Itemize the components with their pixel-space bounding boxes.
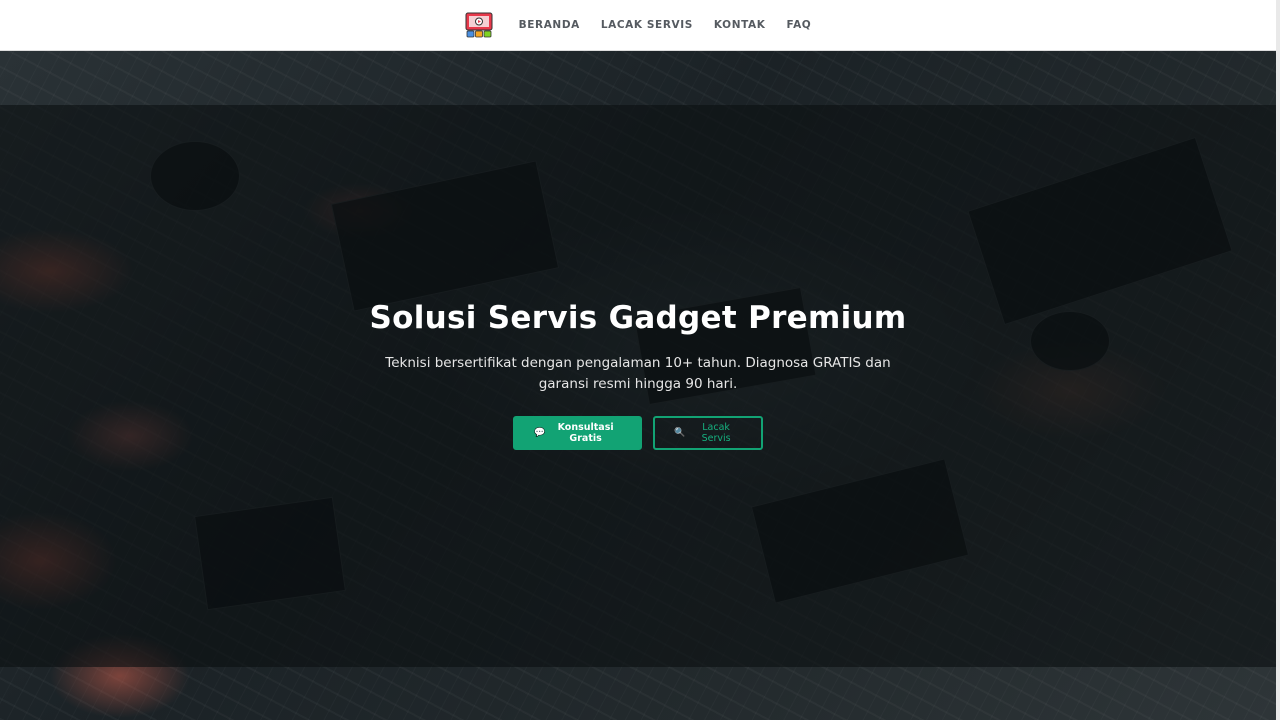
nav-link-faq[interactable]: FAQ (787, 19, 812, 31)
nav-link-beranda[interactable]: BERANDA (519, 19, 580, 31)
magnifier-icon: 🔍 (674, 428, 686, 439)
nav-link-lacak-servis[interactable]: LACAK SERVIS (601, 19, 693, 31)
lacak-servis-button[interactable]: 🔍 Lacak Servis (653, 416, 763, 451)
hero-subtitle: Teknisi bersertifikat dengan pengalaman … (385, 355, 891, 393)
top-navbar: BERANDA LACAK SERVIS KONTAK FAQ (0, 0, 1276, 51)
hero-section: Solusi Servis Gadget Premium Teknisi ber… (0, 300, 1276, 451)
chat-bubble-icon: 💬 (534, 428, 546, 439)
lacak-servis-label: Lacak Servis (701, 422, 731, 445)
hero-title: Solusi Servis Gadget Premium (369, 300, 907, 336)
konsultasi-gratis-label: Konsultasi Gratis (557, 422, 614, 445)
hero-actions: 💬 Konsultasi Gratis 🔍 Lacak Servis (513, 416, 763, 451)
nav-link-kontak[interactable]: KONTAK (714, 19, 766, 31)
nav-inner: BERANDA LACAK SERVIS KONTAK FAQ (465, 12, 812, 38)
page-scrollbar[interactable] (1276, 0, 1280, 720)
repair-monitor-logo-icon[interactable] (465, 12, 493, 38)
nav-links: BERANDA LACAK SERVIS KONTAK FAQ (519, 19, 812, 31)
konsultasi-gratis-button[interactable]: 💬 Konsultasi Gratis (513, 416, 642, 451)
